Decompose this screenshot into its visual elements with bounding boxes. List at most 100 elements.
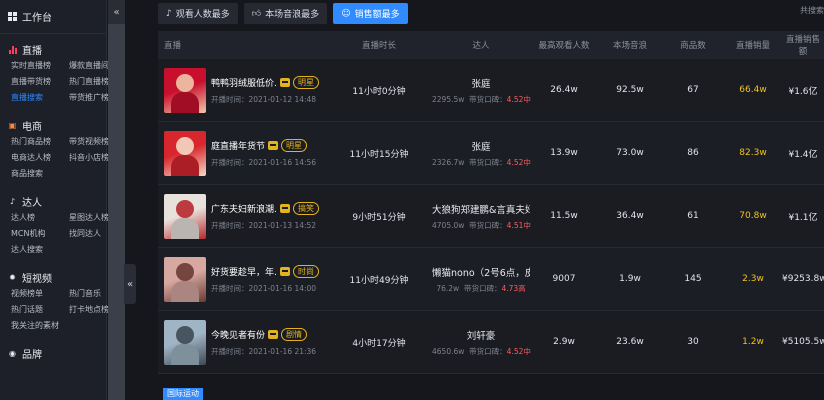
live-duration: 9小时51分钟 — [352, 212, 406, 223]
col-duration[interactable]: 直播时长 — [326, 39, 432, 51]
sidebar-section: ♪ 达人 达人榜 星图达人榜 MCN机构 找同达人 达人搜索 — [0, 186, 109, 262]
table-row[interactable]: 庭直播年货节 明星 开播时间：2021-01-16 14:56 11小时15分钟 张庭 2… — [158, 122, 824, 185]
live-thumbnail[interactable] — [164, 67, 206, 113]
live-title[interactable]: 庭直播年货节 — [211, 139, 265, 152]
reputation-level: 中 — [523, 346, 531, 356]
grid-icon — [8, 12, 17, 21]
sidebar-item[interactable]: 商品搜索 — [11, 166, 69, 182]
category-tag: 明星 — [281, 139, 308, 152]
goods-count: 67 — [687, 85, 699, 95]
reputation-level: 高 — [518, 283, 526, 293]
live-info: 好货要趁早，年... 时尚 开播时间：2021-01-16 14:00 — [211, 265, 323, 294]
live-thumbnail[interactable] — [164, 130, 206, 176]
sidebar-item[interactable]: MCN机构 — [11, 226, 69, 242]
person-silhouette — [176, 199, 194, 218]
sidebar-section-title[interactable]: ✹ 短视频 — [0, 268, 106, 286]
sidebar-scrollbar[interactable] — [108, 24, 125, 400]
live-thumbnail[interactable] — [164, 256, 206, 302]
sidebar-section: 直播 实时直播榜 爆款直播间 直播带货榜 热门直播榜 直播搜索 带货推广榜 — [0, 34, 109, 110]
reputation-label: 带货口碑： — [469, 220, 507, 230]
table-row[interactable]: 广东夫妇新浪潮... 搞笑 开播时间：2021-01-13 14:52 9小时51分钟… — [158, 185, 824, 248]
star-name[interactable]: 大狼狗郑建鹏&言真夫妇 — [432, 202, 530, 216]
sidebar-item[interactable]: 达人搜索 — [11, 242, 69, 258]
star-name[interactable]: 懒猫nono（2号6点，皮草嘉... — [432, 265, 530, 279]
cart-icon — [280, 204, 290, 213]
sidebar-item[interactable]: 达人榜 — [11, 210, 69, 226]
scrollbar-thumb[interactable] — [108, 24, 125, 400]
live-title[interactable]: 好货要趁早，年... — [211, 265, 277, 278]
person-body — [171, 91, 199, 113]
star-name[interactable]: 刘轩豪 — [432, 328, 530, 342]
live-start-time: 开播时间：2021-01-16 14:00 — [211, 283, 317, 293]
table-row[interactable]: 好货要趁早，年... 时尚 开播时间：2021-01-16 14:00 11小时49分… — [158, 248, 824, 311]
sales-amount: ¥9253.8w — [782, 274, 824, 284]
sidebar-item[interactable]: 视频榜单 — [11, 286, 69, 302]
category-tag: 明星 — [293, 76, 319, 89]
person-body — [171, 280, 199, 302]
col-goods[interactable]: 商品数 — [662, 39, 724, 51]
live-title-row: 庭直播年货节 明星 — [211, 139, 323, 153]
wave-amount: 92.5w — [616, 85, 644, 95]
sidebar-item[interactable]: 直播搜索 — [11, 90, 69, 106]
workbench-label: 工作台 — [22, 13, 52, 24]
reputation-level: 中 — [523, 220, 531, 230]
reputation-label: 带货口碑： — [469, 157, 507, 167]
star-name[interactable]: 张庭 — [432, 76, 530, 90]
live-start-time: 开播时间：2021-01-12 14:48 — [211, 94, 317, 104]
live-title[interactable]: 鸭鸭羽绒服低价... — [211, 76, 277, 89]
sidebar-item[interactable]: 热门商品榜 — [11, 134, 69, 150]
brand-icon: ◉ — [9, 348, 16, 358]
sidebar-item[interactable]: 直播带货榜 — [11, 74, 69, 90]
live-title[interactable]: 广东夫妇新浪潮... — [211, 202, 277, 215]
sidebar-section-title[interactable]: 直播 — [0, 40, 106, 58]
sales-amount: ¥5105.5w — [782, 337, 824, 347]
bar-chart-icon — [8, 45, 17, 54]
sidebar-section-label: 短视频 — [22, 273, 52, 285]
tab-most-viewers[interactable]: ♪ 观看人数最多 — [158, 3, 238, 24]
col-volume[interactable]: 直播销量 — [724, 39, 782, 51]
reputation-score: 4.52 — [506, 94, 524, 104]
workbench-header[interactable]: 工作台 — [0, 0, 106, 34]
live-thumbnail[interactable] — [164, 319, 206, 365]
sidebar-item[interactable]: 实时直播榜 — [11, 58, 69, 74]
live-duration: 11小时15分钟 — [349, 149, 409, 160]
live-cell: 庭直播年货节 明星 开播时间：2021-01-16 14:56 — [158, 130, 326, 176]
star-cell: 懒猫nono（2号6点，皮草嘉... 76.2w 带货口碑：4.73高 — [432, 265, 530, 294]
col-live[interactable]: 直播 — [158, 39, 326, 51]
live-title[interactable]: 今晚见者有份 — [211, 328, 265, 341]
sidebar-section-title[interactable]: ▣ 电商 — [0, 116, 106, 134]
reputation-score: 4.73 — [501, 283, 519, 293]
star-cell: 张庭 2295.5w 带货口碑：4.52中 — [432, 76, 531, 105]
live-start-time: 开播时间：2021-01-16 21:36 — [211, 346, 317, 356]
sidebar-section-title[interactable]: ◉ 品牌 — [0, 344, 106, 362]
live-duration: 4小时17分钟 — [352, 338, 406, 349]
star-name[interactable]: 张庭 — [432, 139, 530, 153]
col-star[interactable]: 达人 — [432, 39, 530, 51]
table-row[interactable]: 鸭鸭羽绒服低价... 明星 开播时间：2021-01-12 14:48 11小时0分钟… — [158, 59, 824, 122]
cart-icon — [280, 267, 290, 276]
sort-tabs: ♪ 观看人数最多 👍︎ 本场音浪最多 ☺ 销售额最多 — [158, 3, 408, 24]
cart-icon — [268, 141, 279, 150]
tab-label: 本场音浪最多 — [265, 10, 320, 20]
col-wave[interactable]: 本场音浪 — [598, 39, 662, 51]
results-table: 直播 直播时长 达人 最高观看人数 本场音浪 商品数 直播销量 直播销售额 鸭鸭… — [158, 31, 824, 374]
max-views: 13.9w — [550, 148, 578, 158]
sidebar-item[interactable]: 我关注的素材 — [11, 318, 69, 334]
sidebar-section: ▣ 电商 热门商品榜 带货视频榜 电商达人榜 抖音小店榜 商品搜索 — [0, 110, 109, 186]
tab-most-sales[interactable]: ☺ 销售额最多 — [333, 3, 408, 24]
col-max-views[interactable]: 最高观看人数 — [530, 39, 598, 51]
table-row[interactable]: 今晚见者有份 剧情 开播时间：2021-01-16 21:36 4小时17分钟 刘轩豪 4… — [158, 311, 824, 374]
tab-most-wave[interactable]: 👍︎ 本场音浪最多 — [243, 3, 328, 24]
collapse-chevron-icon[interactable]: « — [108, 0, 125, 24]
total-count: 共搜索 — [800, 6, 824, 15]
tiktok-icon: ♪ — [9, 196, 16, 206]
sidebar-toggle-button[interactable]: « — [124, 264, 136, 304]
sidebar-section-title[interactable]: ♪ 达人 — [0, 192, 106, 210]
col-amount[interactable]: 直播销售额 — [782, 33, 824, 57]
sidebar-item[interactable]: 热门话题 — [11, 302, 69, 318]
sidebar-item[interactable]: 电商达人榜 — [11, 150, 69, 166]
category-tag: 剧情 — [281, 328, 308, 341]
sidebar-section: ✹ 短视频 视频榜单 热门音乐 热门话题 打卡地点榜 我关注的素材 — [0, 262, 109, 338]
live-thumbnail[interactable] — [164, 193, 206, 239]
live-title-row: 广东夫妇新浪潮... 搞笑 — [211, 202, 323, 216]
